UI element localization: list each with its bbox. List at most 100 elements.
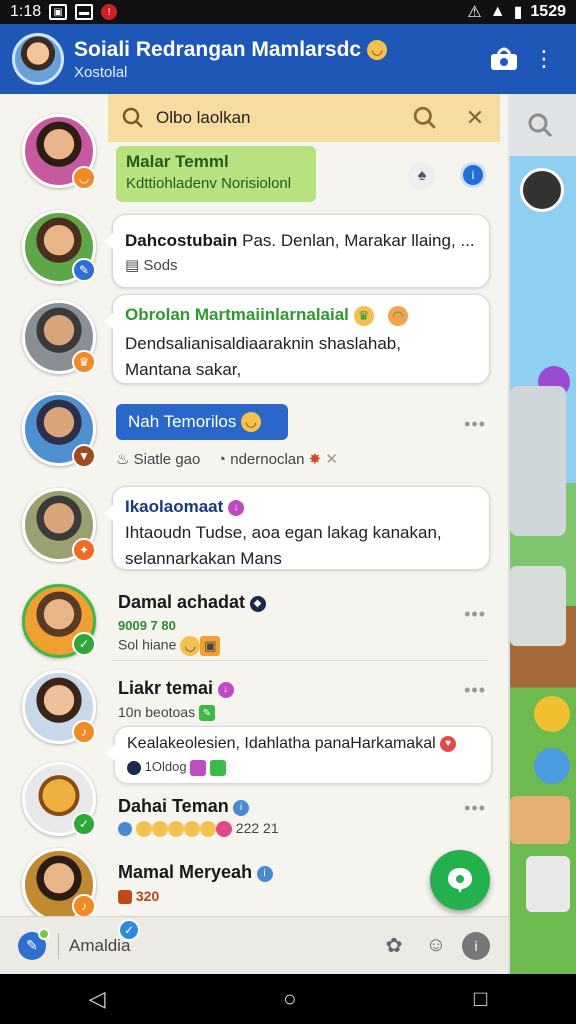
status-dot-icon: ↓	[217, 681, 234, 698]
purple-dot-icon: ↓	[228, 499, 244, 516]
bg-card	[510, 566, 566, 646]
message-line-1: Ihtaoudn Tudse, aoa egan lakag kanakan,	[125, 523, 442, 542]
list-item[interactable]: ✓ Damal achadat ◆ 9009 7 80 Sol hiane ◡ ▣…	[0, 580, 508, 670]
check-badge-icon: ✓	[72, 632, 96, 656]
bg-emoji-icon	[534, 748, 570, 784]
more-options-icon[interactable]: •••	[464, 414, 486, 435]
more-options-icon[interactable]: •••	[464, 680, 486, 701]
list-item[interactable]: ♛ Obrolan Martmaiinlarnalaial ♛ ◠ Dendsa…	[0, 294, 508, 390]
message-input[interactable]: Amaldia	[58, 932, 368, 959]
gift-emoji-icon: ▣	[200, 636, 221, 656]
contact-sub: 320	[118, 888, 160, 905]
back-icon[interactable]: ◁	[89, 986, 106, 1012]
badge-icon: ✓	[72, 812, 96, 836]
puzzle-icon[interactable]: ✿	[378, 930, 410, 962]
mic-icon[interactable]: ♠	[408, 162, 436, 190]
compose-bar: ✎ Amaldia ✓ ✿ ☺ i	[0, 916, 508, 974]
tag-label[interactable]: Nah Temorilos ◡	[116, 404, 288, 440]
bag-icon[interactable]	[484, 39, 524, 79]
contact-name-row: Dahai Teman i	[118, 796, 250, 817]
sticker-icon[interactable]: ☺	[420, 930, 452, 962]
bg-emoji-icon	[534, 696, 570, 732]
contact-name-row: Mamal Meryeah i	[118, 862, 273, 883]
list-item[interactable]: ✦ Ikaolaomaat ↓ Ihtaoudn Tudse, aoa egan…	[0, 482, 508, 578]
contact-meta: 9009 7 80	[118, 618, 176, 633]
contact-name-row: Liakr temai ↓	[118, 678, 234, 699]
bg-search-icon	[504, 94, 576, 156]
badge-icon: ♛	[72, 350, 96, 374]
badge-icon: ✦	[72, 538, 96, 562]
info-dot-icon: i	[233, 799, 250, 816]
heart-icon: ♥	[440, 735, 457, 752]
badge-icon: ◡	[72, 166, 96, 190]
contact-sub-text: Sol hiane	[118, 636, 177, 653]
highlight-label: Malar Temml Kdttiohladenv Norisiolonl	[116, 146, 316, 202]
contact-sub-text: 320	[135, 888, 160, 904]
contact-sub-text: 10n beotoas	[118, 704, 196, 720]
message-preview: Pas. Denlan, Marakar llaing, ...	[242, 231, 475, 250]
chat-list-panel: Olbo laolkan ✕ ◡ Malar Temml Kdttiohlade…	[0, 94, 508, 916]
crown-emoji-icon: ♛	[353, 305, 374, 326]
contact-sub: Sol hiane ◡ ▣	[118, 636, 221, 656]
message-card[interactable]: Dahcostubain Pas. Denlan, Marakar llaing…	[104, 214, 490, 288]
profile-avatar[interactable]	[12, 33, 64, 85]
message-card[interactable]: Ikaolaomaat ↓ Ihtaoudn Tudse, aoa egan l…	[104, 486, 490, 570]
list-item[interactable]: ✓ Dahai Teman i 222 21 •••	[0, 756, 508, 846]
meta-text-a: Siatle gao	[133, 451, 201, 468]
mute-icon: ⚠	[467, 4, 482, 21]
contact-sub: 10n beotoas ✎	[118, 704, 215, 722]
flower-emoji-icon	[215, 821, 232, 838]
contact-name: Dahai Teman	[118, 796, 229, 816]
flame-icon: ♨	[116, 451, 130, 468]
emoji-icon: ◡	[366, 39, 387, 60]
face-emoji-icon: ◡	[180, 636, 201, 656]
contact-name: Damal achadat	[118, 592, 246, 612]
bg-tile	[510, 796, 570, 844]
message-line-2: Mantana sakar,	[125, 359, 242, 379]
home-icon[interactable]: ○	[283, 986, 296, 1012]
star-burst-icon: ✸	[308, 451, 322, 468]
badge-icon: ▼	[72, 444, 96, 468]
list-item[interactable]: ▼ Nah Temorilos ◡ ••• ♨ Siatle gao ◔ nde…	[0, 392, 508, 484]
more-vert-icon[interactable]: ⋮	[524, 39, 564, 79]
info-dot-icon: i	[256, 865, 273, 882]
message-meta: Sods	[143, 257, 178, 274]
status-right-text: 1529	[530, 3, 566, 20]
contact-name: Liakr temai	[118, 678, 214, 698]
message-notification-icon: ▬	[75, 4, 94, 20]
more-options-icon[interactable]: •••	[464, 798, 486, 819]
battery-icon: ▮	[513, 4, 523, 21]
app-header: Soiali Redrangan Mamlarsdc ◡ Xostolal ⋮	[0, 24, 576, 94]
highlight-title: Malar Temml	[126, 152, 229, 171]
face-emoji-icon	[167, 821, 184, 838]
message-card[interactable]: Obrolan Martmaiinlarnalaial ♛ ◠ Dendsali…	[104, 294, 490, 384]
message-preview: Kealakeolesien, Idahlatha panaHarkamakal	[127, 735, 436, 752]
info-icon[interactable]: i	[460, 162, 486, 188]
more-options-icon[interactable]: •••	[464, 604, 486, 625]
badge-icon: ♪	[72, 894, 96, 916]
row-meta: ♨ Siatle gao ◔ ndernoclan ✸ ✕	[116, 451, 338, 468]
face-emoji-icon	[183, 821, 200, 838]
recents-icon[interactable]: □	[474, 986, 487, 1012]
meta-text-b: ndernoclan	[230, 451, 305, 468]
status-dot-icon: ◆	[249, 595, 266, 612]
phone-screen: 1:18 ▣ ▬ ! ⚠ ▲ ▮ 1529 Soiali Redrangan M…	[0, 0, 576, 1024]
contact-sub: 222 21	[118, 820, 279, 838]
document-icon: ▤	[125, 257, 140, 274]
edit-badge-icon: ✎	[72, 258, 96, 282]
status-bar: 1:18 ▣ ▬ ! ⚠ ▲ ▮ 1529	[0, 0, 576, 24]
contact-name: Mamal Meryeah	[118, 862, 253, 882]
info-icon[interactable]: i	[462, 931, 490, 960]
header-text: Soiali Redrangan Mamlarsdc ◡ Xostolal	[74, 38, 484, 81]
dot-icon	[118, 822, 132, 837]
list-item[interactable]: ◡ Malar Temml Kdttiohladenv Norisiolonl …	[0, 110, 508, 202]
header-title: Soiali Redrangan Mamlarsdc ◡	[74, 38, 484, 62]
divider	[112, 660, 488, 661]
message-title: Ikaolaomaat	[125, 497, 224, 516]
verified-icon: ✓	[118, 919, 140, 941]
new-chat-fab[interactable]	[430, 850, 490, 910]
attach-icon[interactable]: ✎	[18, 927, 50, 960]
background-app-panel	[504, 94, 576, 974]
contact-name-row: Damal achadat ◆	[118, 592, 266, 613]
list-item[interactable]: ✎ Dahcostubain Pas. Denlan, Marakar llai…	[0, 206, 508, 296]
